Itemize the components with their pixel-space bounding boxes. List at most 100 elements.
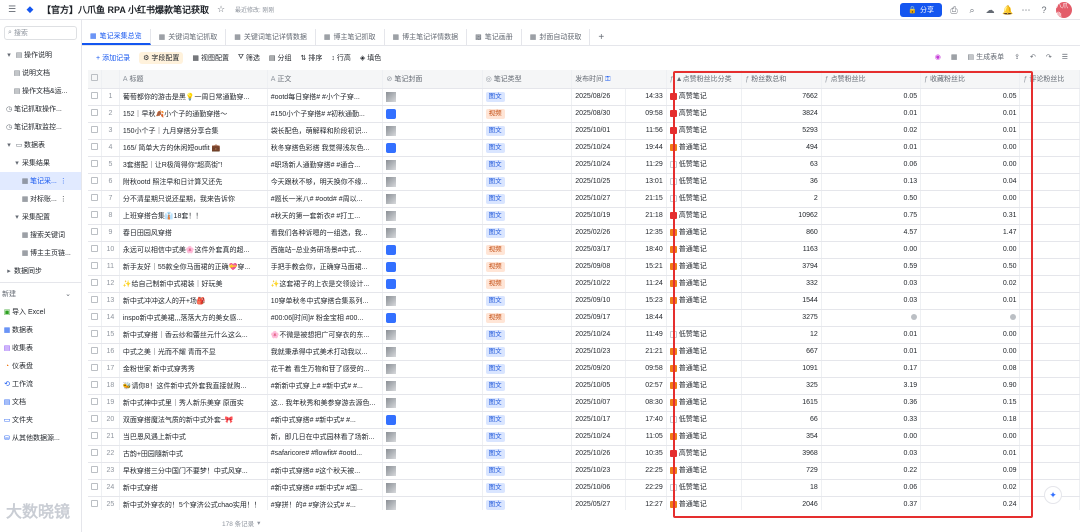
cell-fav-ratio[interactable]: 0.02 <box>920 479 1021 497</box>
cell-date[interactable]: 2025/10/07 <box>571 394 626 412</box>
sidebar-item-ops-doc[interactable]: ▤ 操作文档&运... <box>0 82 81 100</box>
cell-fav-ratio[interactable]: 0.01 <box>920 292 1021 310</box>
cell-fans[interactable]: 66 <box>741 411 822 429</box>
cell-body[interactable]: 今天跟秋不够，明天换你不缘... <box>267 173 384 191</box>
cell-comment-ratio[interactable] <box>1019 173 1080 191</box>
cell-type[interactable]: 图文 <box>482 88 573 106</box>
cell-date[interactable]: 2025/02/26 <box>571 224 626 242</box>
cell-fav-ratio[interactable]: 0.00 <box>920 190 1021 208</box>
cell-like-ratio[interactable]: 0.01 <box>821 326 922 344</box>
group-button[interactable]: ▤ 分组 <box>269 53 292 63</box>
more-icon[interactable]: ⋯ <box>1020 5 1032 16</box>
cell-fans[interactable]: 12 <box>741 326 822 344</box>
cell-fav-ratio[interactable] <box>920 309 1021 327</box>
cover-image[interactable] <box>386 465 397 476</box>
cell-level[interactable]: 普通笔记 <box>666 292 743 310</box>
tab-overview[interactable]: ▦ 笔记采集总览 <box>82 29 151 45</box>
table-row[interactable]: 5 3套搭配｜让R极简得你“超高街”! #职场新人通勤穿搭# #通合... 图文 202… <box>88 156 1080 174</box>
new-workflow-item[interactable]: ⟲ 工作流 <box>0 375 81 393</box>
row-checkbox[interactable] <box>88 360 102 378</box>
table-row[interactable]: 21 当巴恩风遇上新中式 新，即几日在中式园林看了场新... 图文 2025/10/24… <box>88 428 1080 446</box>
row-checkbox[interactable] <box>88 292 102 310</box>
cell-cover[interactable] <box>382 258 483 276</box>
cell-comment-ratio[interactable] <box>1019 377 1080 395</box>
cell-body[interactable]: #新中式穿搭# #新中式# #国... <box>267 479 384 497</box>
col-header-comment[interactable]: ƒ 评论粉丝比 <box>1019 70 1080 89</box>
table-row[interactable]: 8 上班穿搭合集👔18套！！ #秋天的第一套新衣# #打工... 图文 2025/10/… <box>88 207 1080 225</box>
cell-time[interactable]: 18:44 <box>625 309 667 327</box>
cell-type[interactable]: 图文 <box>482 360 573 378</box>
cell-time[interactable]: 09:58 <box>625 105 667 123</box>
cell-title[interactable]: inspo新中式美裙,,,落落大方的美女感... <box>119 309 268 327</box>
cell-like-ratio[interactable]: 0.01 <box>821 105 922 123</box>
cell-fav-ratio[interactable]: 0.08 <box>920 360 1021 378</box>
cell-cover[interactable] <box>382 394 483 412</box>
row-checkbox[interactable] <box>88 377 102 395</box>
row-checkbox[interactable] <box>88 139 102 157</box>
table-row[interactable]: 10 永远可以相信中式美🌸这件外套真的超... 西施站~总业务研场景#中式... 视频… <box>88 241 1080 259</box>
cell-level[interactable]: 普通笔记 <box>666 241 743 259</box>
table-row[interactable]: 18 🐝请你8！这件新中式外套我直接就购... #新新中式穿上# #新中式# #..… <box>88 377 1080 395</box>
cell-fans[interactable]: 1544 <box>741 292 822 310</box>
cover-image[interactable] <box>386 397 397 408</box>
tab-blogger-detail[interactable]: ▦ 博主笔记详情数据 <box>385 29 468 45</box>
cell-cover[interactable] <box>382 173 483 191</box>
row-checkbox[interactable] <box>88 173 102 191</box>
cell-fav-ratio[interactable]: 1.47 <box>920 224 1021 242</box>
import-excel-item[interactable]: ▣ 导入 Excel <box>0 303 81 321</box>
cell-date[interactable]: 2025/09/10 <box>571 292 626 310</box>
cell-title[interactable]: 新中式冲冲这人的开+场🎒 <box>119 292 268 310</box>
cell-body[interactable]: 新，即几日在中式园林看了场新... <box>267 428 384 446</box>
cell-level[interactable]: 普通笔记 <box>666 139 743 157</box>
cell-fav-ratio[interactable]: 0.05 <box>920 88 1021 106</box>
cell-level[interactable] <box>666 309 743 327</box>
cell-level[interactable]: 普通笔记 <box>666 377 743 395</box>
grid-settings-icon[interactable]: ▦ <box>951 53 958 61</box>
cell-cover[interactable] <box>382 156 483 174</box>
cell-level[interactable]: 普通笔记 <box>666 224 743 242</box>
cell-level[interactable]: 低赞笔记 <box>666 173 743 191</box>
cover-image[interactable] <box>386 363 397 374</box>
cover-image[interactable] <box>386 193 397 204</box>
cell-fav-ratio[interactable]: 0.00 <box>920 428 1021 446</box>
cell-title[interactable]: 葡萄都你的游击是黑💡一周日常通勤穿... <box>119 88 268 106</box>
cell-fans[interactable]: 5293 <box>741 122 822 140</box>
cell-time[interactable]: 21:21 <box>625 343 667 361</box>
cell-level[interactable]: 普通笔记 <box>666 343 743 361</box>
cell-fav-ratio[interactable]: 0.15 <box>920 394 1021 412</box>
cell-time[interactable]: 13:01 <box>625 173 667 191</box>
video-cover-icon[interactable] <box>386 108 397 119</box>
cell-body[interactable]: #safaricore# #flowfit# #ootd... <box>267 445 384 463</box>
cell-fav-ratio[interactable]: 0.00 <box>920 241 1021 259</box>
document-title[interactable]: 【官方】八爪鱼 RPA 小红书爆款笔记获取 <box>42 3 209 16</box>
cell-fans[interactable]: 1091 <box>741 360 822 378</box>
cell-type[interactable]: 图文 <box>482 445 573 463</box>
cell-date[interactable]: 2025/10/23 <box>571 462 626 480</box>
cell-body[interactable]: 🌸不微是被想把广可穿衣的东... <box>267 326 384 344</box>
cell-fav-ratio[interactable]: 0.00 <box>920 156 1021 174</box>
generate-form-button[interactable]: ▤ 生成表单 <box>967 52 1004 62</box>
cell-type[interactable]: 图文 <box>482 224 573 242</box>
cell-comment-ratio[interactable] <box>1019 224 1080 242</box>
share-button[interactable]: 🔒 分享 <box>900 3 942 17</box>
cell-like-ratio[interactable]: 3.19 <box>821 377 922 395</box>
cell-comment-ratio[interactable] <box>1019 428 1080 446</box>
cell-type[interactable]: 图文 <box>482 190 573 208</box>
cell-fans[interactable]: 2 <box>741 190 822 208</box>
table-row[interactable]: 17 金粉世家 新中式穿秀秀 花干着 看生万物和苷了感受的... 图文 2025/09/… <box>88 360 1080 378</box>
chevron-down-icon[interactable]: ▾ <box>257 519 260 527</box>
cell-like-ratio[interactable]: 0.01 <box>821 139 922 157</box>
cell-like-ratio[interactable]: 0.13 <box>821 173 922 191</box>
cell-date[interactable]: 2025/10/06 <box>571 479 626 497</box>
cell-title[interactable]: 165/ 简单大方的休闲短outfit 💼 <box>119 139 268 157</box>
cell-level[interactable]: 低赞笔记 <box>666 156 743 174</box>
undo-icon[interactable]: ↶ <box>1030 53 1036 61</box>
row-checkbox[interactable] <box>88 411 102 429</box>
cell-type[interactable]: 图文 <box>482 139 573 157</box>
cell-fav-ratio[interactable]: 0.90 <box>920 377 1021 395</box>
cell-cover[interactable] <box>382 445 483 463</box>
cover-image[interactable] <box>386 431 397 442</box>
cell-like-ratio[interactable]: 0.00 <box>821 241 922 259</box>
search-icon[interactable]: ⌕ <box>966 5 978 16</box>
cell-level[interactable]: 高赞笔记 <box>666 122 743 140</box>
